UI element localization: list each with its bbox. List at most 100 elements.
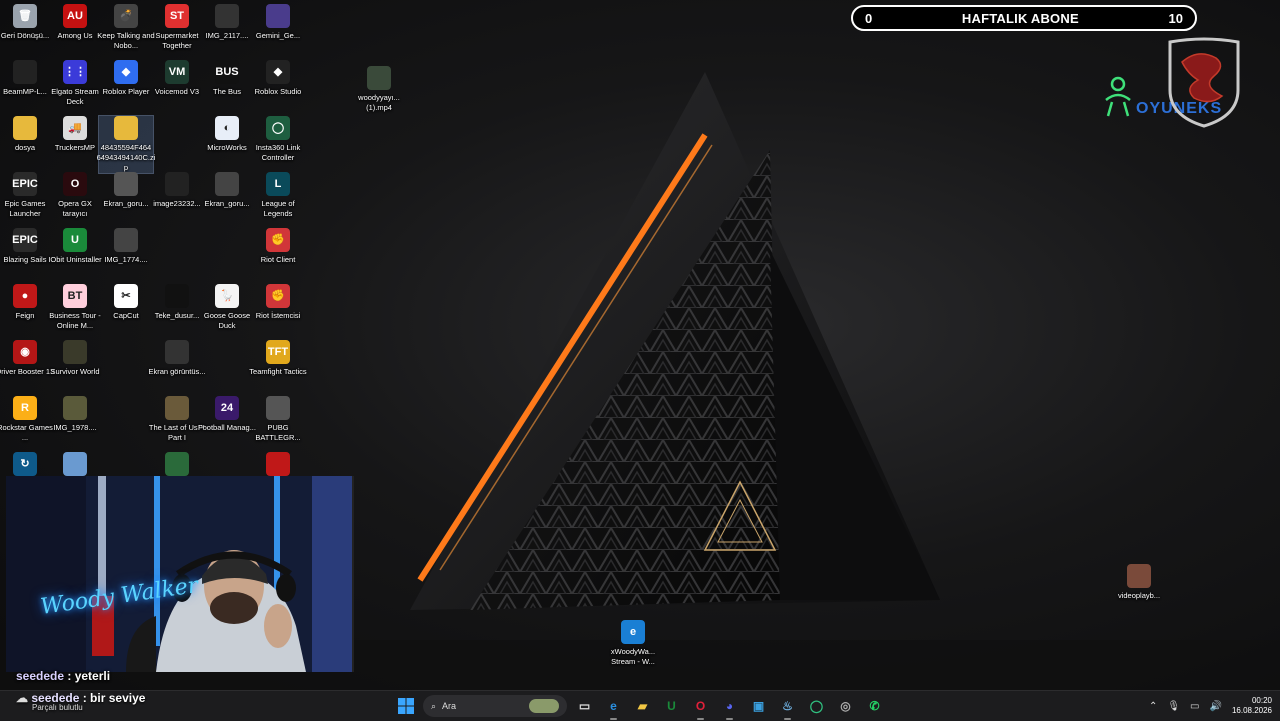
desktop-icon[interactable]: ST Supermarket Together — [150, 4, 204, 51]
riot-client-icon: ✊ — [266, 228, 290, 252]
desktop-icon[interactable]: ↻ — [0, 452, 52, 476]
desktop-icon[interactable]: IMG_1978.... — [48, 396, 102, 433]
desktop-icon[interactable]: L League of Legends — [251, 172, 305, 219]
desktop-icon[interactable] — [150, 452, 204, 476]
image-file-icon — [63, 396, 87, 420]
desktop-icon[interactable]: Ekran_goru... — [99, 172, 153, 209]
desktop-icon[interactable]: BT Business Tour - Online M... — [48, 284, 102, 331]
desktop-icon[interactable]: woodyyayı... (1).mp4 — [352, 66, 406, 113]
desktop-icon[interactable]: ✊ Riot Client — [251, 228, 305, 265]
desktop-icon[interactable]: e xWoodyWa... Stream - W... — [606, 620, 660, 667]
search-icon: ⌕ — [431, 700, 437, 711]
chevron-up-icon[interactable]: ⌃ — [1149, 701, 1157, 712]
taskbar-app-button[interactable]: ◯ — [805, 695, 828, 718]
desktop-icon[interactable]: ◯ Insta360 Link Controller — [251, 116, 305, 163]
desktop-icon[interactable]: videoplayb... — [1112, 564, 1166, 601]
zip-folder-icon — [114, 116, 138, 140]
search-highlight-icon — [529, 699, 559, 713]
sub-goal-current: 0 — [865, 10, 873, 26]
desktop-icon-label: Teamfight Tactics — [249, 367, 307, 376]
desktop-icon[interactable]: O Opera GX tarayıcı — [48, 172, 102, 219]
microworks-icon: ◐ — [215, 116, 239, 140]
desktop-icon[interactable]: BUS The Bus — [200, 60, 254, 97]
desktop-icon-label: PUBG BATTLEGR... — [255, 423, 301, 442]
taskbar-app-button[interactable]: ♨ — [776, 695, 799, 720]
desktop-icon[interactable]: ◆ Roblox Player — [99, 60, 153, 97]
desktop-icon[interactable]: The Last of Us™ Part I — [149, 396, 205, 443]
start-button[interactable] — [394, 695, 417, 718]
desktop-icon[interactable]: ✊ Riot İstemcisi — [251, 284, 305, 321]
taskbar-app-button[interactable]: ✆ — [863, 695, 886, 718]
desktop-icon[interactable]: Gemini_Ge... — [251, 4, 305, 41]
steam-icon: ♨ — [782, 699, 793, 713]
desktop-icon[interactable]: IMG_1774.... — [99, 228, 153, 265]
clock[interactable]: 00:20 16.08.2026 — [1232, 696, 1272, 716]
desktop-icon-label: xWoodyWa... Stream - W... — [610, 647, 656, 666]
insta360-icon: ◯ — [809, 699, 824, 713]
chat-text: yeterli — [74, 669, 111, 683]
recycle-bin-icon: 🗑 — [13, 4, 37, 28]
desktop-icon[interactable]: R Rockstar Games ... — [0, 396, 53, 443]
desktop-icon[interactable]: ⋮⋮ Elgato Stream Deck — [48, 60, 102, 107]
taskbar-search-box[interactable]: ⌕ Ara — [423, 695, 567, 717]
network-icon[interactable]: ▭ — [1190, 701, 1199, 712]
desktop-icon-label: Gemini_Ge... — [255, 31, 301, 40]
desktop-icon[interactable]: PUBG BATTLEGR... — [251, 396, 305, 443]
video-file-icon — [367, 66, 391, 90]
video-file-icon — [1127, 564, 1151, 588]
system-tray: ⌃ 🎙 ▭ 🔊 00:20 16.08.2026 — [1149, 691, 1272, 721]
desktop-icon[interactable]: Survivor World — [48, 340, 102, 377]
desktop-icon[interactable]: Ekran görüntüs... — [148, 340, 206, 377]
blazing-sails-icon: EPIC — [12, 228, 38, 252]
truckersmp-icon: 🚚 — [63, 116, 87, 140]
pubg-icon — [266, 396, 290, 420]
edge-shortcut-icon: e — [621, 620, 645, 644]
search-placeholder: Ara — [442, 701, 457, 711]
chat-separator: : — [64, 669, 75, 683]
league-icon: L — [266, 172, 290, 196]
edge-icon: e — [610, 699, 617, 713]
taskbar-app-button[interactable]: ◎ — [834, 695, 857, 718]
desktop-icon[interactable]: 🚚 TruckersMP — [48, 116, 102, 153]
desktop-icon[interactable]: image23232... — [150, 172, 204, 209]
taskbar-app-button[interactable]: O — [689, 695, 712, 720]
volume-icon[interactable]: 🔊 — [1210, 701, 1222, 712]
windows-logo-icon — [397, 698, 414, 714]
desktop-icon-label: woodyyayı... (1).mp4 — [358, 93, 400, 112]
taskbar-app-button[interactable]: ▭ — [573, 695, 596, 718]
desktop-icon[interactable] — [48, 452, 102, 476]
desktop-icon[interactable]: ◐ MicroWorks — [200, 116, 254, 153]
desktop-icon[interactable]: Teke_dusur... — [150, 284, 204, 321]
desktop-icon-label: videoplayb... — [1117, 591, 1161, 600]
microphone-icon[interactable]: 🎙 — [1167, 701, 1180, 712]
image-file-icon — [215, 4, 239, 28]
photos-icon: ▣ — [752, 699, 765, 713]
taskbar-app-button[interactable]: ◕ — [718, 695, 741, 720]
subscriber-goal-bar: 0 HAFTALIK ABONE 10 — [851, 5, 1197, 31]
clock-date: 16.08.2026 — [1231, 706, 1272, 715]
taskbar-app-button[interactable]: ▰ — [631, 695, 654, 718]
app-icon: ↻ — [13, 452, 37, 476]
desktop-icon[interactable]: TFT Teamfight Tactics — [249, 340, 307, 377]
desktop-icon[interactable]: U IObit Uninstaller — [48, 228, 102, 265]
desktop-icon[interactable]: 48435594F464 64943494140C.zip — [97, 115, 155, 174]
rockstar-icon: R — [13, 396, 37, 420]
desktop-icon[interactable]: 🪿 Goose Goose Duck — [200, 284, 254, 331]
desktop-icon[interactable]: Ekran_goru... — [200, 172, 254, 209]
character-logo-icon — [1105, 76, 1131, 117]
chat-username: seedede — [16, 669, 65, 683]
desktop-icon[interactable] — [251, 452, 305, 476]
desktop-icon[interactable]: 24 Football Manag... — [198, 396, 256, 433]
desktop-icon[interactable]: ✂ CapCut — [99, 284, 153, 321]
desktop-icon[interactable]: 💣 Keep Talking and Nobo... — [97, 4, 155, 51]
desktop-icon-label: IMG_1978.... — [53, 423, 97, 432]
taskbar-app-button[interactable]: ▣ — [747, 695, 770, 718]
taskbar-app-button[interactable]: U — [660, 695, 683, 718]
desktop-icon[interactable]: VM Voicemod V3 — [150, 60, 204, 97]
desktop-icon[interactable]: AU Among Us — [48, 4, 102, 41]
desktop-icon[interactable]: IMG_2117.... — [200, 4, 254, 41]
the-bus-icon: BUS — [215, 60, 239, 84]
desktop-icon[interactable]: ◆ Roblox Studio — [251, 60, 305, 97]
taskbar-app-button[interactable]: e — [602, 695, 625, 720]
among-us-icon: AU — [63, 4, 87, 28]
